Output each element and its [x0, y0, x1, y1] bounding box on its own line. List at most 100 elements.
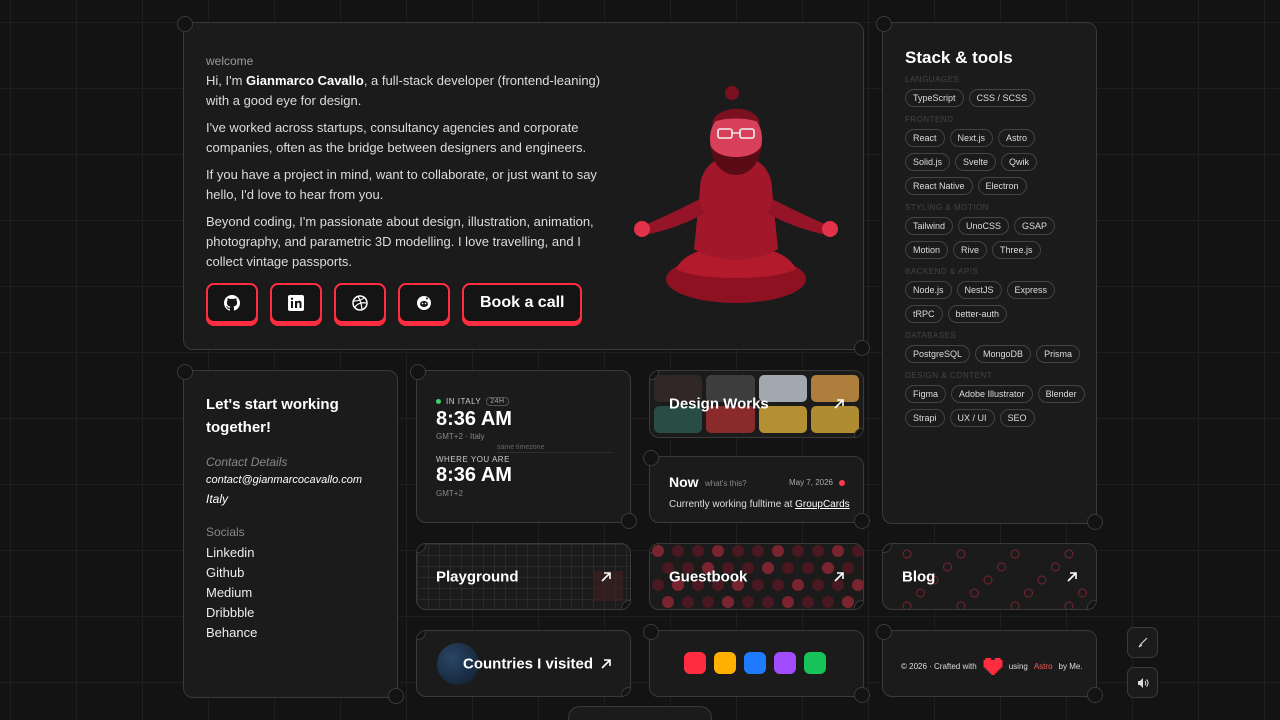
pattern-dot — [682, 596, 694, 608]
stack-tag: UX / UI — [949, 409, 995, 427]
now-card: Now what's this? May 7, 2026 Currently w… — [643, 450, 870, 529]
pattern-ring — [902, 601, 912, 609]
pattern-dot — [752, 579, 764, 591]
now-info-link[interactable]: what's this? — [705, 479, 747, 488]
pattern-dot — [772, 579, 784, 591]
visitor-time: 8:36 AM — [436, 464, 512, 486]
stack-tag: Three.js — [992, 241, 1041, 259]
contact-country: Italy — [206, 492, 229, 506]
arrow-up-right-icon — [834, 571, 844, 582]
pattern-dot — [852, 545, 863, 557]
pattern-dot — [852, 579, 863, 591]
pattern-dot — [862, 598, 863, 606]
local-time-label: IN ITALY 24H — [436, 397, 509, 406]
stack-tag: TypeScript — [905, 89, 964, 107]
pattern-dot — [802, 596, 814, 608]
stack-tag: Electron — [977, 177, 1027, 195]
linkedin-icon — [288, 295, 304, 311]
design-works-tile[interactable]: Design Works — [649, 370, 864, 438]
draw-mode-button[interactable] — [1127, 627, 1158, 658]
stack-group-title: LANGUAGES — [905, 75, 960, 84]
pattern-ring — [902, 549, 912, 559]
company-link[interactable]: GroupCards — [795, 499, 849, 510]
pattern-dot — [832, 545, 844, 557]
stack-group-title: STYLING & MOTION — [905, 203, 990, 212]
stack-tag: Express — [1006, 281, 1056, 299]
stack-tag-list: PostgreSQL MongoDB Prisma — [905, 345, 1085, 363]
playground-label: Playground — [436, 568, 519, 585]
status-dot-icon — [839, 479, 845, 486]
footer-using-text: using — [1008, 662, 1028, 671]
github-button[interactable] — [206, 283, 258, 323]
stack-tag: tRPC — [905, 305, 943, 323]
playground-tile[interactable]: Playground — [416, 543, 631, 610]
reddit-button[interactable] — [398, 283, 450, 323]
pattern-ring — [943, 562, 952, 572]
time-card: IN ITALY 24H 8:36 AM GMT+2 · Italy same … — [410, 364, 637, 529]
stack-tag: Next.js — [949, 129, 994, 147]
intro-paragraph-3: If you have a project in mind, want to c… — [206, 167, 597, 202]
countries-tile[interactable]: Countries I visited — [416, 630, 631, 697]
pattern-dot — [782, 562, 794, 574]
theme-color-card — [643, 624, 870, 703]
pattern-dot — [752, 545, 764, 557]
pattern-dot — [802, 562, 814, 574]
linkedin-button[interactable] — [270, 283, 322, 323]
contact-email-link[interactable]: contact@gianmarcocavallo.com — [206, 474, 362, 486]
visitor-time-label: WHERE YOU ARE — [436, 455, 510, 464]
countries-label: Countries I visited — [463, 655, 594, 672]
book-call-button[interactable]: Book a call — [462, 283, 583, 323]
stack-tag: Prisma — [1036, 345, 1081, 363]
pattern-dot — [652, 579, 664, 591]
pattern-dot — [772, 545, 784, 557]
blog-tile[interactable]: Blog — [882, 543, 1097, 610]
arrow-up-right-icon — [1067, 571, 1077, 582]
pattern-ring — [956, 549, 966, 559]
visitor-timezone: GMT+2 — [436, 489, 463, 498]
color-swatch[interactable] — [744, 652, 766, 674]
pattern-ring — [956, 601, 966, 609]
local-timezone: GMT+2 · Italy — [436, 432, 485, 441]
pattern-ring — [1051, 562, 1060, 572]
stack-tag: Tailwind — [905, 217, 954, 235]
social-link-behance[interactable]: Behance — [206, 625, 257, 645]
pattern-dot — [742, 596, 754, 608]
stack-title: Stack & tools — [905, 48, 1013, 67]
arrow-up-right-icon — [601, 658, 611, 669]
stack-tag: NestJS — [956, 281, 1002, 299]
bottom-dock[interactable] — [568, 706, 712, 720]
stack-tag: Strapi — [905, 409, 945, 427]
pattern-ring — [1064, 601, 1074, 609]
footer-card: © 2026 · Crafted with using Astro by Me. — [876, 624, 1103, 703]
social-link-github[interactable]: Github — [206, 565, 257, 585]
footer-credits: © 2026 · Crafted with using Astro by Me. — [901, 658, 1083, 675]
color-swatch[interactable] — [804, 652, 826, 674]
contact-card: Let's start working together! Contact De… — [177, 364, 404, 704]
pattern-dot — [652, 545, 664, 557]
guestbook-tile[interactable]: Guestbook — [649, 543, 864, 610]
social-link-linkedin[interactable]: Linkedin — [206, 545, 257, 565]
arrow-up-right-icon — [834, 399, 844, 409]
color-swatch[interactable] — [714, 652, 736, 674]
dribbble-button[interactable] — [334, 283, 386, 323]
color-swatch[interactable] — [774, 652, 796, 674]
design-works-label: Design Works — [669, 395, 769, 413]
sound-toggle-button[interactable] — [1127, 667, 1158, 698]
stack-group-title: DESIGN & CONTENT — [905, 371, 993, 380]
guestbook-label: Guestbook — [669, 568, 748, 585]
social-link-medium[interactable]: Medium — [206, 585, 257, 605]
astro-link[interactable]: Astro — [1034, 662, 1053, 671]
now-title: Now — [669, 474, 699, 490]
online-dot-icon — [436, 399, 441, 404]
stack-tag: Figma — [905, 385, 947, 403]
speaker-icon — [1137, 677, 1148, 688]
socials-label: Socials — [206, 525, 245, 539]
color-swatch[interactable] — [684, 652, 706, 674]
stack-tag: better-auth — [947, 305, 1008, 323]
contact-title: Let's start working together! — [206, 396, 339, 436]
pattern-dot — [782, 596, 794, 608]
brush-icon — [1138, 637, 1147, 647]
social-link-dribbble[interactable]: Dribbble — [206, 605, 257, 625]
time-format-toggle[interactable]: 24H — [486, 397, 509, 406]
stack-tag: Adobe Illustrator — [951, 385, 1033, 403]
